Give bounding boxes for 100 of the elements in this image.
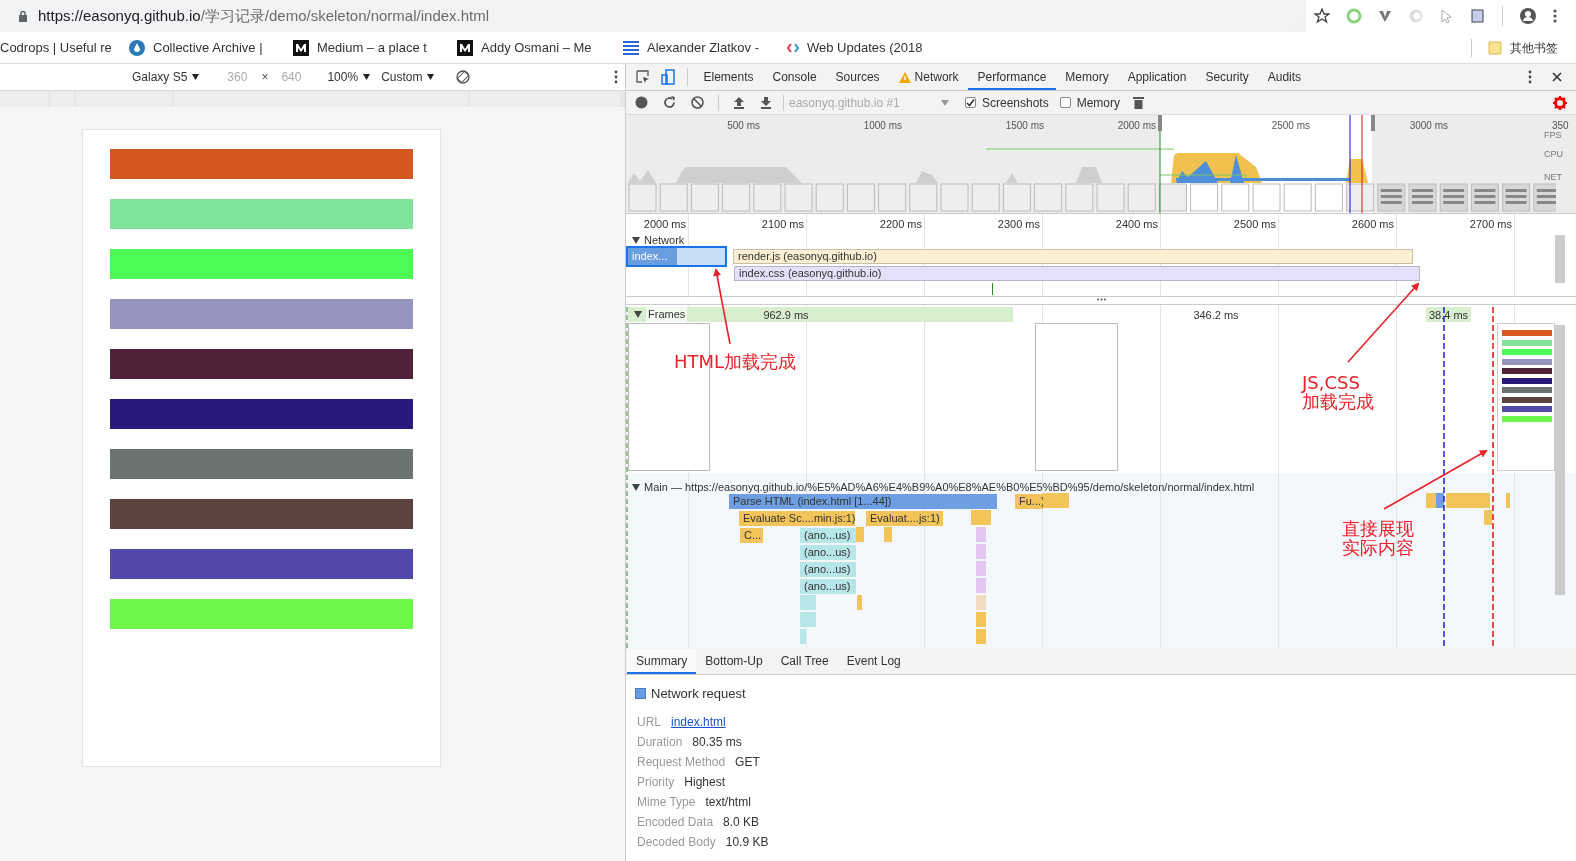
media-query-bar[interactable]: [174, 92, 468, 107]
network-request-bar[interactable]: index.css (easonyq.github.io): [734, 266, 1420, 281]
resize-handle-icon[interactable]: [1096, 298, 1106, 301]
download-icon[interactable]: [760, 96, 772, 109]
bookmark-folder[interactable]: 其他书签: [1510, 38, 1558, 57]
scrollbar-thumb[interactable]: [1555, 325, 1565, 595]
drop-icon: [129, 39, 145, 56]
upload-icon[interactable]: [733, 96, 745, 109]
panel-tab[interactable]: Summary: [627, 649, 697, 674]
bookmark[interactable]: Collective Archive |: [153, 37, 263, 58]
media-query-bar[interactable]: [50, 92, 74, 107]
close-icon[interactable]: [1552, 72, 1562, 82]
time-tick-label: 2300 ms: [996, 217, 1040, 232]
bookmark[interactable]: Medium – a place t: [317, 37, 427, 58]
devtools-tab[interactable]: Elements: [694, 64, 764, 90]
device-toolbar-icon[interactable]: [661, 69, 675, 85]
lane-label: FPS: [1544, 129, 1562, 142]
more-options-icon[interactable]: [614, 70, 619, 84]
cursor-icon[interactable]: [1440, 9, 1454, 23]
flame-chart-bar[interactable]: [1436, 493, 1444, 508]
expand-triangle-icon[interactable]: [632, 483, 640, 491]
summary-title: Network request: [651, 685, 746, 703]
panel-tab[interactable]: Event Log: [837, 649, 910, 674]
track-label[interactable]: Network: [644, 232, 685, 249]
flame-chart-entry[interactable]: (ano...us): [800, 562, 856, 577]
settings-icon[interactable]: [1553, 95, 1567, 110]
network-request-bar[interactable]: render.js (easonyq.github.io): [733, 249, 1413, 264]
rotate-icon[interactable]: [456, 70, 471, 84]
zoom-select[interactable]: 100%: [327, 68, 371, 86]
flame-chart-entry[interactable]: Parse HTML (index.html [1...44]): [729, 494, 997, 509]
throttle-select[interactable]: Custom: [381, 68, 435, 86]
dropdown-caret-icon: [192, 74, 200, 80]
flame-chart-entry[interactable]: (ano...us): [800, 528, 856, 543]
dropdown-caret-icon: [941, 99, 949, 106]
inspect-icon[interactable]: [636, 70, 650, 84]
trash-icon[interactable]: [1133, 96, 1145, 109]
lane-label: CPU: [1544, 148, 1563, 161]
flame-chart-entry[interactable]: Evaluate Sc....min.js:1): [739, 511, 855, 526]
devtools-tab[interactable]: Sources: [826, 64, 890, 90]
devtools-tab[interactable]: Console: [763, 64, 827, 90]
clear-icon[interactable]: [691, 96, 704, 109]
expand-triangle-icon[interactable]: [632, 236, 640, 244]
record-icon[interactable]: [635, 96, 648, 109]
v-shape-icon[interactable]: [1378, 9, 1392, 23]
time-tick-label: 2100 ms: [760, 217, 804, 232]
device-select[interactable]: Galaxy S5: [132, 68, 200, 86]
time-tick-label: 2400 ms: [1114, 217, 1158, 232]
expand-triangle-icon[interactable]: [634, 311, 642, 318]
track-label[interactable]: Frames: [646, 306, 688, 323]
lane-label: NET: [1544, 171, 1562, 184]
more-options-icon[interactable]: [1528, 70, 1532, 84]
scrollbar-thumb[interactable]: [1555, 235, 1565, 283]
time-tick-label: 2500 ms: [1270, 119, 1310, 133]
chevrons-icon: [787, 42, 799, 53]
range-handle[interactable]: [1158, 115, 1162, 131]
reload-icon[interactable]: [663, 96, 676, 109]
annotation-text: 直接展现 实际内容: [1342, 519, 1414, 557]
flame-chart-entry[interactable]: (ano...us): [800, 545, 856, 560]
media-query-bar[interactable]: [470, 92, 620, 107]
circle-icon[interactable]: [1408, 8, 1424, 24]
url-link[interactable]: index.html: [671, 712, 726, 731]
panel-tab[interactable]: Call Tree: [771, 649, 838, 674]
dropdown-caret-icon: [363, 74, 371, 80]
flame-chart-entry[interactable]: Evaluat....js:1): [866, 511, 943, 526]
folder-icon: [1488, 40, 1502, 55]
square-icon: [293, 39, 309, 56]
field-value: 80.35 ms: [692, 733, 742, 751]
track-label[interactable]: Main — https://easonyq.github.io/%E5%AD%A6%E4%B9%A0%E8%AE%B0%E5%BD%95/demo/skeleton/normal/index.html: [644, 479, 1255, 496]
time-tick-label: 1500 ms: [1004, 119, 1044, 133]
media-query-bar[interactable]: [0, 92, 48, 107]
field-value: GET: [735, 753, 760, 771]
frame-duration: 38.4 ms: [1426, 307, 1471, 322]
ring-icon[interactable]: [1346, 8, 1362, 24]
devtools-tab[interactable]: Application: [1118, 64, 1196, 90]
bookmark[interactable]: Alexander Zlatkov -: [647, 37, 759, 58]
bookmark[interactable]: Addy Osmani – Me: [481, 37, 592, 58]
field-label: Encoded Data: [637, 813, 714, 831]
bookmark[interactable]: Web Updates (2018: [807, 37, 923, 58]
checkbox[interactable]: [1059, 97, 1071, 108]
account-icon[interactable]: [1519, 7, 1537, 25]
devtools-tab[interactable]: Audits: [1258, 64, 1311, 90]
checkbox[interactable]: [965, 97, 976, 108]
time-tick-label: 2000 ms: [1116, 119, 1156, 133]
lock-icon: [18, 10, 28, 22]
menu-icon[interactable]: [1553, 8, 1557, 24]
flame-chart-entry[interactable]: (ano...us): [800, 579, 856, 594]
document-icon[interactable]: [1470, 8, 1486, 24]
range-handle[interactable]: [1371, 115, 1375, 131]
bookmark[interactable]: Codrops | Useful re: [0, 37, 115, 58]
devtools-tab[interactable]: Security: [1195, 64, 1259, 90]
checkbox-label[interactable]: Screenshots: [982, 93, 1049, 112]
field-label: Duration: [637, 733, 683, 751]
devtools-tab[interactable]: Network: [889, 64, 969, 90]
checkbox-label[interactable]: Memory: [1076, 93, 1121, 112]
panel-tab[interactable]: Bottom-Up: [696, 649, 772, 674]
flame-chart-entry[interactable]: C...: [740, 528, 763, 543]
devtools-tab[interactable]: Memory: [1055, 64, 1119, 90]
media-query-bar[interactable]: [76, 92, 172, 107]
star-icon[interactable]: [1314, 8, 1330, 24]
field-value: 8.0 KB: [723, 813, 760, 831]
